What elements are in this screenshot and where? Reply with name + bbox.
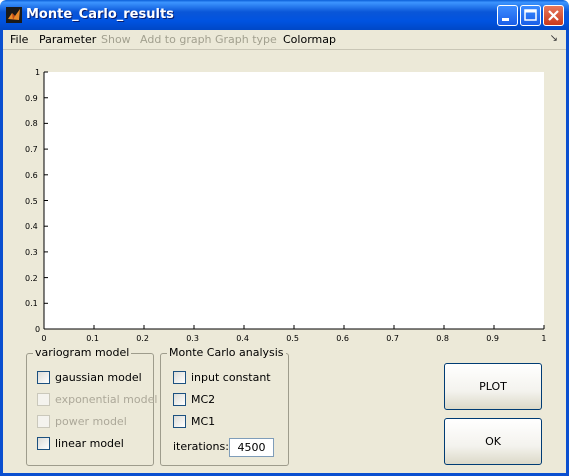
iterations-input[interactable]: 4500 xyxy=(229,438,274,457)
mc1-checkbox[interactable]: MC1 xyxy=(173,415,285,429)
x-tick-label: 0 xyxy=(41,334,47,343)
mc2-checkbox[interactable]: MC2 xyxy=(173,393,285,407)
x-tick-label: 0.7 xyxy=(386,334,399,343)
close-button[interactable] xyxy=(543,5,564,26)
x-tick-label: 0.1 xyxy=(86,334,99,343)
maximize-icon xyxy=(524,9,537,21)
y-tick-label: 0.8 xyxy=(25,119,38,129)
y-tick-label: 0.4 xyxy=(25,222,38,232)
checkbox-box[interactable] xyxy=(37,437,50,450)
checkbox-label: exponential model xyxy=(55,393,158,406)
app-window: Monte_Carlo_results File Parameter Show … xyxy=(0,0,569,476)
y-tick-label: 0 xyxy=(35,325,41,334)
x-tick-label: 0.4 xyxy=(236,334,249,343)
y-tick-label: 0.9 xyxy=(25,93,38,103)
y-tick-label: 0.3 xyxy=(25,247,38,257)
checkbox-label: linear model xyxy=(55,437,124,450)
monte-carlo-panel-title: Monte Carlo analysis xyxy=(167,346,286,359)
plot-button[interactable]: PLOT xyxy=(444,363,542,410)
y-tick-label: 1 xyxy=(35,68,41,77)
ok-button[interactable]: OK xyxy=(444,418,542,465)
input-constant-checkbox[interactable]: input constant xyxy=(173,371,285,385)
dock-arrow-icon[interactable]: ↘ xyxy=(550,33,558,44)
variogram-panel-title: variogram model xyxy=(33,346,132,359)
maximize-button[interactable] xyxy=(520,5,541,26)
minimize-button[interactable] xyxy=(497,5,518,26)
gaussian-model-checkbox[interactable]: gaussian model xyxy=(37,371,149,385)
y-tick-label: 0.5 xyxy=(25,196,38,206)
monte-carlo-panel: Monte Carlo analysis input constant MC2 … xyxy=(160,346,289,466)
checkbox-box[interactable] xyxy=(173,415,186,428)
exponential-model-checkbox[interactable]: exponential model xyxy=(37,393,157,407)
checkbox-label: MC2 xyxy=(191,393,216,406)
x-tick-label: 0.9 xyxy=(486,334,499,343)
y-tick-label: 0.1 xyxy=(25,299,38,309)
title-bar[interactable]: Monte_Carlo_results xyxy=(0,0,569,30)
menu-parameter[interactable]: Parameter xyxy=(39,33,96,46)
menu-show[interactable]: Show xyxy=(101,33,131,46)
x-tick-label: 0.3 xyxy=(186,334,199,343)
variogram-model-panel: variogram model gaussian model exponenti… xyxy=(26,346,157,466)
x-tick-label: 0.8 xyxy=(436,334,449,343)
window-frame-left xyxy=(0,30,3,476)
y-tick-label: 0.2 xyxy=(25,273,38,283)
menu-colormap[interactable]: Colormap xyxy=(283,33,336,46)
menu-add-to-graph[interactable]: Add to graph xyxy=(140,33,212,46)
x-tick-label: 0.5 xyxy=(286,334,299,343)
menu-bar: File Parameter Show Add to graph Graph t… xyxy=(3,30,566,50)
checkbox-box[interactable] xyxy=(37,371,50,384)
checkbox-label: input constant xyxy=(191,371,271,384)
checkbox-box[interactable] xyxy=(173,371,186,384)
linear-model-checkbox[interactable]: linear model xyxy=(37,437,149,451)
checkbox-box[interactable] xyxy=(173,393,186,406)
power-model-checkbox[interactable]: power model xyxy=(37,415,149,429)
checkbox-label: MC1 xyxy=(191,415,216,428)
window-title: Monte_Carlo_results xyxy=(26,7,174,22)
y-tick-label: 0.7 xyxy=(25,145,38,155)
menu-graph-type[interactable]: Graph type xyxy=(215,33,277,46)
plot-area xyxy=(44,72,544,329)
minimize-icon xyxy=(502,18,509,21)
checkbox-label: power model xyxy=(55,415,127,428)
x-tick-label: 0.6 xyxy=(336,334,349,343)
matlab-app-icon xyxy=(6,7,22,23)
y-tick-label: 0.6 xyxy=(25,170,38,180)
iterations-label: iterations: xyxy=(173,440,229,453)
checkbox-label: gaussian model xyxy=(55,371,142,384)
checkbox-box[interactable] xyxy=(37,393,50,406)
x-tick-label: 0.2 xyxy=(136,334,149,343)
close-icon xyxy=(548,10,559,21)
checkbox-box[interactable] xyxy=(37,415,50,428)
x-tick-label: 1 xyxy=(541,334,547,343)
menu-file[interactable]: File xyxy=(10,33,28,46)
